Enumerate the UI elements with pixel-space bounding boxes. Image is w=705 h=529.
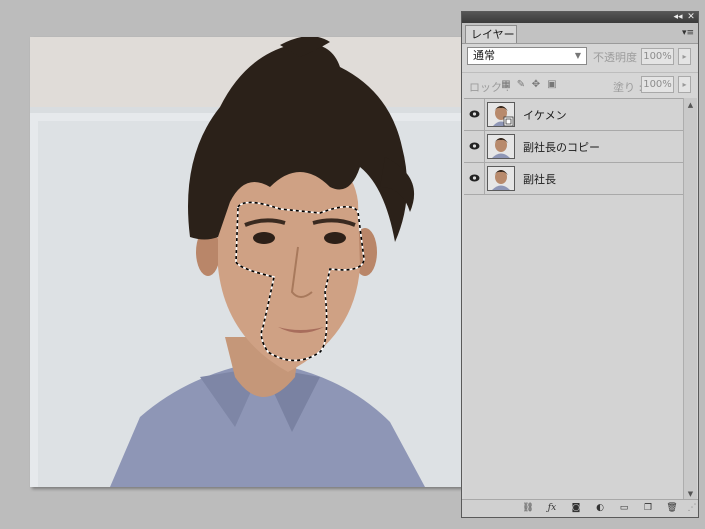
visibility-eye-icon[interactable]	[466, 163, 485, 194]
layer-name: 副社長	[523, 173, 556, 186]
panel-menu-icon[interactable]: ▾≡	[682, 27, 694, 39]
portrait-photo	[30, 37, 461, 487]
double-chevron-left-icon[interactable]: ◂◂	[672, 12, 684, 23]
layer-thumbnail	[487, 134, 515, 159]
opacity-value: 100%	[643, 51, 672, 62]
panel-tabbar: レイヤー ▾≡	[462, 23, 698, 44]
panel-titlebar[interactable]: ◂◂ ✕	[462, 12, 698, 23]
scroll-up-icon[interactable]: ▲	[684, 100, 697, 111]
link-icon[interactable]: ⛓	[520, 502, 536, 514]
lock-move-icon[interactable]: ✥	[530, 79, 542, 91]
blend-opacity-row: 通常 ▼ 不透明度 : 100% ▸	[462, 44, 698, 68]
blend-mode-select[interactable]: 通常 ▼	[467, 47, 587, 65]
folder-icon[interactable]: ▭	[616, 502, 632, 514]
opacity-field[interactable]: 100%	[641, 48, 674, 65]
fx-icon[interactable]: ƒx	[544, 502, 560, 514]
close-icon[interactable]: ✕	[685, 12, 697, 23]
visibility-eye-icon[interactable]	[466, 99, 485, 130]
document-canvas[interactable]	[30, 37, 461, 487]
opacity-slider-arrow-icon[interactable]: ▸	[678, 48, 691, 65]
panel-bottom-toolbar: ⛓ ƒx ◙ ◐ ▭ ❐ 🗑 ⋰	[462, 499, 698, 517]
tab-layers[interactable]: レイヤー	[465, 25, 517, 43]
fill-field[interactable]: 100%	[641, 76, 674, 93]
visibility-eye-icon[interactable]	[466, 131, 485, 162]
layer-name: 副社長のコピー	[523, 141, 600, 154]
tab-layers-label: レイヤー	[471, 28, 515, 41]
layer-thumbnail	[487, 166, 515, 191]
layer-list[interactable]: イケメン 副社長のコピー 副社長	[464, 98, 683, 503]
layer-list-scrollbar[interactable]: ▲ ▼	[683, 98, 697, 502]
new-layer-icon[interactable]: ❐	[640, 502, 656, 514]
fill-value: 100%	[643, 79, 672, 90]
mask-icon[interactable]: ◙	[568, 502, 584, 514]
layer-row[interactable]: 副社長のコピー	[464, 131, 683, 163]
lock-all-icon[interactable]: ▣	[546, 79, 558, 91]
blend-mode-value: 通常	[473, 49, 495, 62]
trash-icon[interactable]: 🗑	[664, 502, 680, 514]
chevron-down-icon: ▼	[574, 51, 582, 60]
resize-grip-icon[interactable]: ⋰	[684, 502, 700, 514]
layer-row[interactable]: イケメン	[464, 99, 683, 131]
layer-name: イケメン	[523, 109, 567, 122]
lock-transparency-icon[interactable]: ▦	[500, 79, 512, 91]
fill-label: 塗り :	[613, 81, 643, 94]
layers-panel: ◂◂ ✕ レイヤー ▾≡ 通常 ▼ 不透明度 : 100% ▸ ロック : ▦ …	[461, 11, 699, 518]
adjustment-icon[interactable]: ◐	[592, 502, 608, 514]
lock-paint-icon[interactable]: ✎	[515, 79, 527, 91]
layer-thumbnail	[487, 102, 515, 127]
fill-slider-arrow-icon[interactable]: ▸	[678, 76, 691, 93]
opacity-label: 不透明度 :	[593, 51, 645, 64]
lock-fill-row: ロック : ▦ ✎ ✥ ▣ 塗り : 100% ▸	[462, 72, 698, 97]
layer-row[interactable]: 副社長	[464, 163, 683, 195]
